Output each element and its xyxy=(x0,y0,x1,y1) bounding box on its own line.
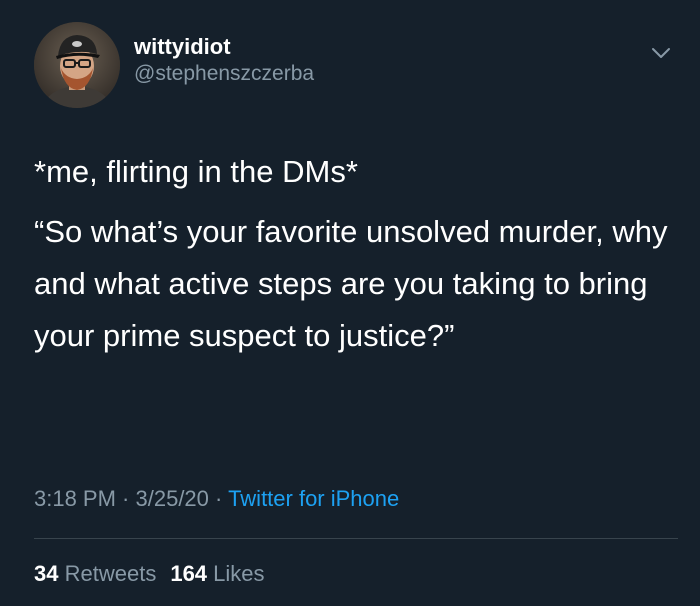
tweet-time[interactable]: 3:18 PM xyxy=(34,486,116,511)
retweets-stat[interactable]: 34 Retweets xyxy=(34,558,156,590)
avatar-image xyxy=(34,22,120,108)
likes-count: 164 xyxy=(170,561,208,586)
tweet-stats: 34 Retweets 164 Likes xyxy=(34,558,265,590)
tweet-source-link[interactable]: Twitter for iPhone xyxy=(228,486,399,511)
retweets-count: 34 xyxy=(34,561,59,586)
likes-stat[interactable]: 164 Likes xyxy=(170,558,264,590)
tweet-meta: 3:18 PM · 3/25/20 · Twitter for iPhone xyxy=(34,482,399,516)
meta-separator: · xyxy=(115,486,136,511)
tweet-text-line-1: *me, flirting in the DMs* xyxy=(34,154,358,189)
retweets-label: Retweets xyxy=(64,561,157,586)
user-names: wittyidiot @stephenszczerba xyxy=(134,34,314,88)
tweet-text-quote: “So what’s your favorite unsolved murder… xyxy=(34,214,677,353)
tweet-text: *me, flirting in the DMs* “So what’s you… xyxy=(34,146,674,362)
chevron-down-icon[interactable] xyxy=(648,40,674,66)
tweet-header: wittyidiot @stephenszczerba xyxy=(34,22,674,108)
avatar[interactable] xyxy=(34,22,120,108)
meta-separator: · xyxy=(208,486,229,511)
display-name[interactable]: wittyidiot xyxy=(134,34,314,60)
tweet-date[interactable]: 3/25/20 xyxy=(136,486,209,511)
divider xyxy=(34,538,678,539)
user-handle[interactable]: @stephenszczerba xyxy=(134,60,314,88)
likes-label: Likes xyxy=(213,561,265,586)
tweet-card: wittyidiot @stephenszczerba *me, flirtin… xyxy=(0,0,700,606)
